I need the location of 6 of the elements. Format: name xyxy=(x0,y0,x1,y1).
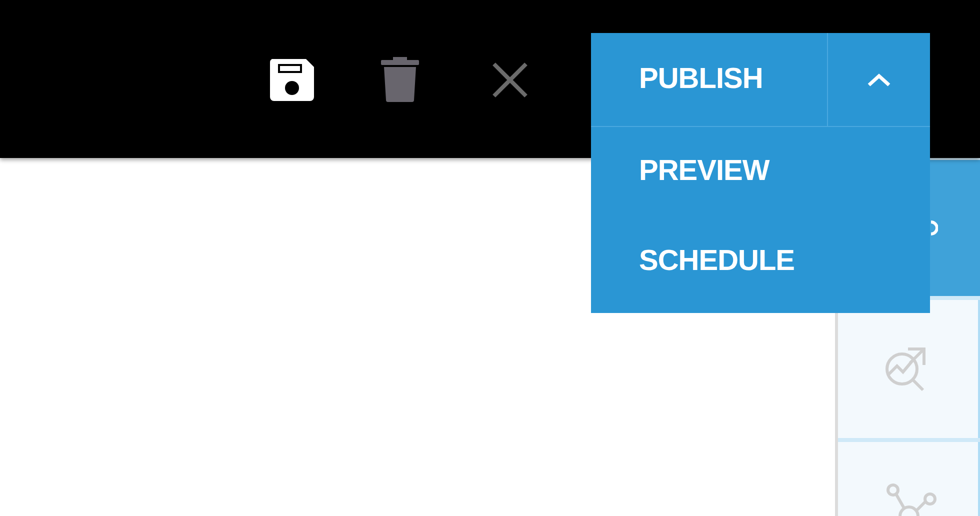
menu-item[interactable]: PREVIEW xyxy=(591,127,930,217)
rail-tab[interactable] xyxy=(838,300,980,438)
publish-button[interactable]: PUBLISH xyxy=(591,33,828,126)
trash-icon[interactable] xyxy=(380,56,420,104)
chevron-icon xyxy=(867,72,891,86)
menu-item[interactable]: SCHEDULE xyxy=(591,217,930,307)
